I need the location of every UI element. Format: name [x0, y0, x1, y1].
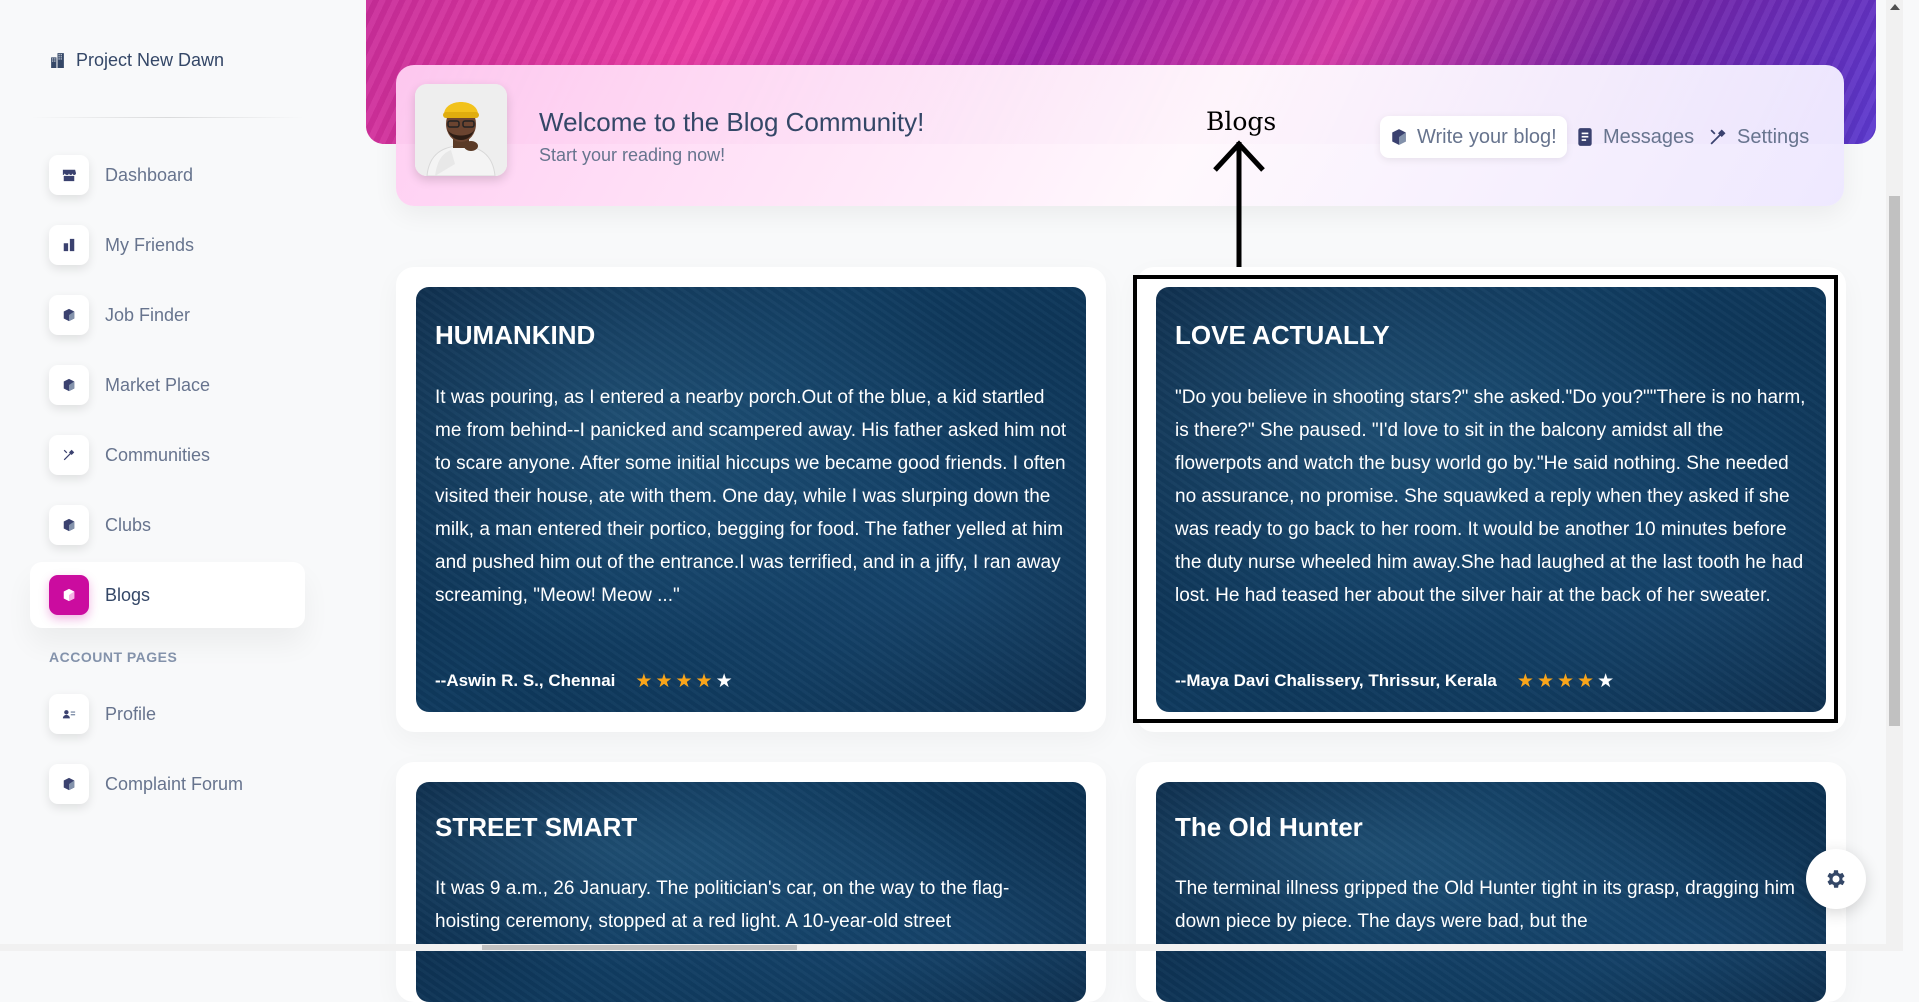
document-icon — [1578, 128, 1592, 146]
star-icon: ★ — [635, 670, 653, 692]
cube-icon — [49, 365, 89, 405]
building-icon — [49, 225, 89, 265]
sidebar-item-dashboard[interactable]: Dashboard — [30, 142, 305, 208]
blog-card-body[interactable]: STREET SMART It was 9 a.m., 26 January. … — [416, 782, 1086, 1002]
sidebar-item-label: Communities — [105, 444, 211, 465]
brand-name: Project New Dawn — [76, 50, 225, 70]
sidebar-item-complaint-forum[interactable]: Complaint Forum — [30, 751, 305, 817]
avatar[interactable] — [415, 84, 507, 176]
page-subtitle: Start your reading now! — [539, 145, 726, 165]
rating-stars: ★ ★ ★ ★ ★ — [635, 672, 732, 691]
blog-text: The terminal illness gripped the Old Hun… — [1175, 878, 1795, 932]
settings-button[interactable]: Settings — [1708, 116, 1809, 158]
blog-card: STREET SMART It was 9 a.m., 26 January. … — [396, 762, 1106, 1002]
cube-icon — [49, 295, 89, 335]
annotation-label: Blogs — [1206, 107, 1277, 136]
sidebar-item-label: Dashboard — [105, 164, 194, 185]
cube-icon — [49, 505, 89, 545]
blog-title: The Old Hunter — [1175, 812, 1363, 842]
horizontal-scrollbar[interactable] — [0, 944, 1886, 951]
vertical-scrollbar[interactable] — [1886, 0, 1903, 951]
sidebar-item-label: Market Place — [105, 374, 211, 395]
sidebar-item-label: Clubs — [105, 514, 152, 535]
sidebar-item-job-finder[interactable]: Job Finder — [30, 282, 305, 348]
sidebar-item-blogs[interactable]: Blogs — [30, 562, 305, 628]
cube-icon — [49, 764, 89, 804]
tools-icon — [49, 435, 89, 475]
sidebar-item-profile[interactable]: Profile — [30, 681, 305, 747]
tools-icon — [1710, 129, 1726, 145]
sidebar-item-label: My Friends — [105, 234, 195, 255]
shop-icon — [49, 155, 89, 195]
messages-label: Messages — [1603, 125, 1695, 148]
scroll-up-arrow-icon[interactable] — [1890, 4, 1900, 10]
blog-footer: --Aswin R. S., Chennai ★ ★ ★ ★ ★ — [435, 671, 733, 691]
blog-card-body[interactable]: The Old Hunter The terminal illness grip… — [1156, 782, 1826, 1002]
scrollbar-thumb[interactable] — [1889, 196, 1900, 726]
sidebar-item-market-place[interactable]: Market Place — [30, 352, 305, 418]
blog-card: The Old Hunter The terminal illness grip… — [1136, 762, 1846, 1002]
cube-icon — [1392, 129, 1406, 145]
user-card-icon — [49, 694, 89, 734]
blog-title: HUMANKIND — [435, 320, 596, 350]
section-label-account-pages: ACCOUNT PAGES — [49, 649, 178, 665]
cube-icon — [49, 575, 89, 615]
blog-author: --Aswin R. S., Chennai — [435, 671, 616, 690]
building-icon — [51, 53, 64, 68]
annotation-arrow — [1213, 140, 1265, 281]
sidebar-item-label: Blogs — [105, 584, 151, 605]
blog-card: HUMANKIND It was pouring, as I entered a… — [396, 267, 1106, 732]
sidebar-item-my-friends[interactable]: My Friends — [30, 212, 305, 278]
sidebar-item-communities[interactable]: Communities — [30, 422, 305, 488]
blog-text: It was pouring, as I entered a nearby po… — [435, 387, 1067, 606]
sidebar: Project New Dawn Dashboard My Friends Jo… — [0, 0, 330, 951]
blog-card-body[interactable]: HUMANKIND It was pouring, as I entered a… — [416, 287, 1086, 712]
messages-button[interactable]: Messages — [1576, 116, 1694, 158]
gear-icon — [1827, 870, 1845, 888]
write-blog-label: Write your blog! — [1417, 125, 1557, 148]
brand-logo[interactable]: Project New Dawn — [49, 50, 224, 71]
blog-text: It was 9 a.m., 26 January. The politicia… — [435, 878, 1010, 932]
star-icon: ★ — [695, 670, 713, 692]
sidebar-item-clubs[interactable]: Clubs — [30, 492, 305, 558]
page-title: Welcome to the Blog Community! — [539, 107, 925, 137]
star-icon: ★ — [715, 670, 733, 692]
settings-label: Settings — [1737, 125, 1810, 148]
configurator-button[interactable] — [1806, 849, 1866, 909]
sidebar-item-label: Complaint Forum — [105, 773, 244, 794]
divider — [30, 117, 305, 118]
horizontal-scrollbar-thumb[interactable] — [482, 945, 797, 950]
star-icon: ★ — [655, 670, 673, 692]
write-blog-button[interactable]: Write your blog! — [1380, 116, 1567, 158]
annotation-highlight-box — [1133, 275, 1838, 723]
sidebar-item-label: Profile — [105, 703, 157, 724]
blog-title: STREET SMART — [435, 812, 638, 842]
star-icon: ★ — [675, 670, 693, 692]
sidebar-item-label: Job Finder — [105, 304, 191, 325]
